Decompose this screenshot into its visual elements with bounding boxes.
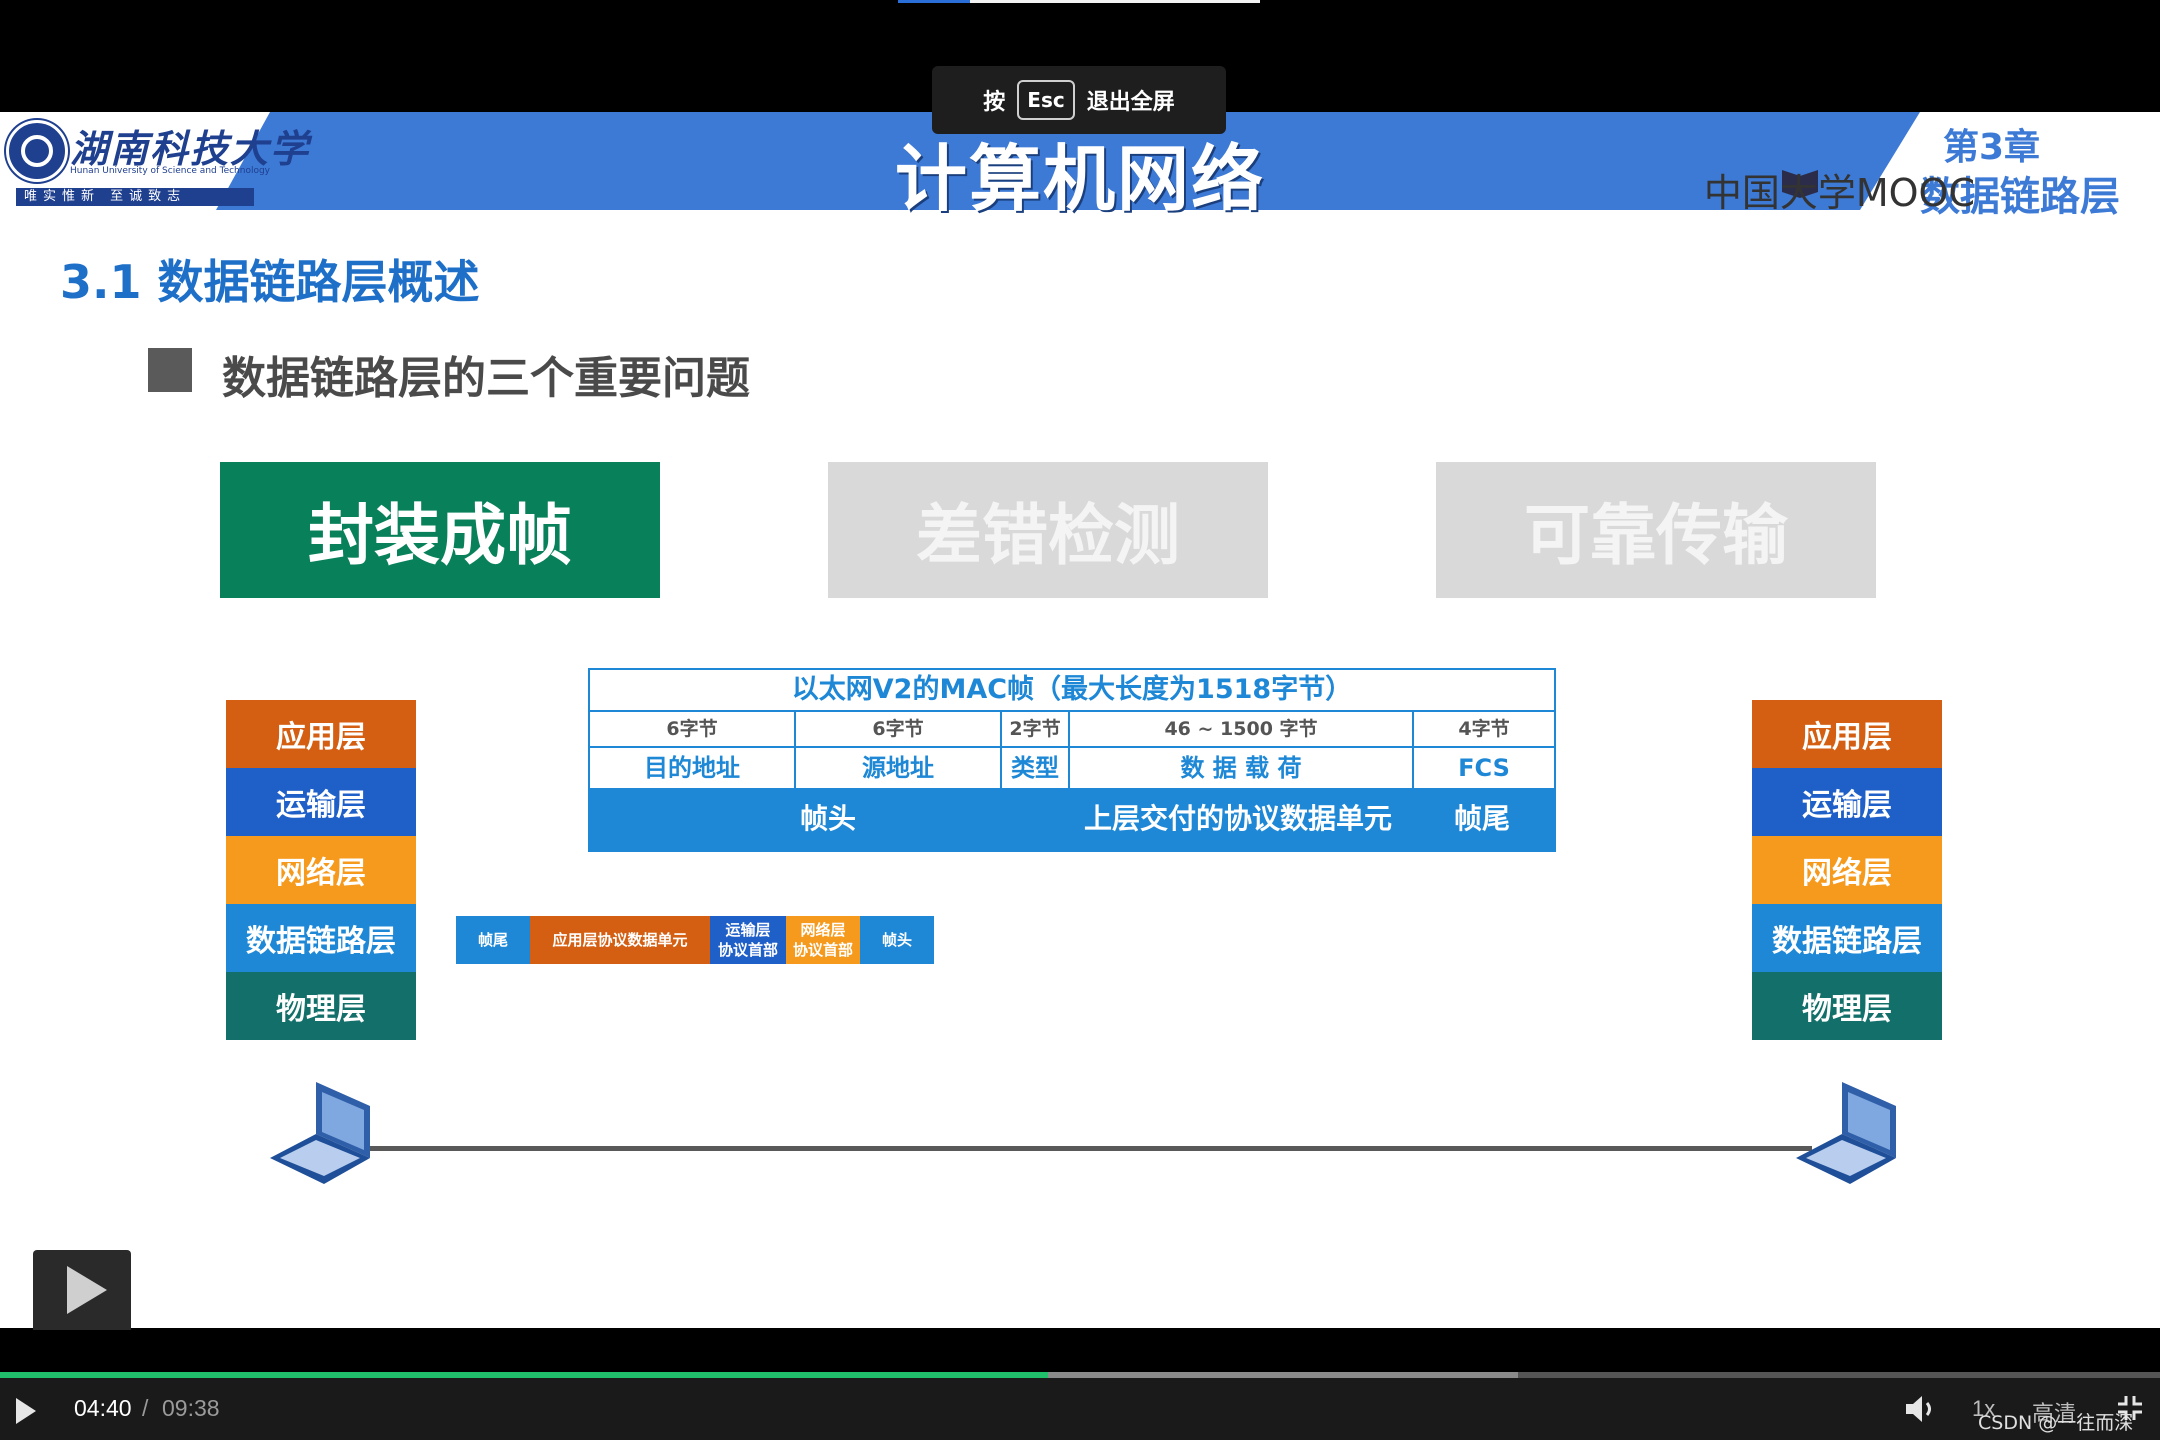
size-dest: 6字节 [590, 710, 796, 748]
hint-prefix: 按 [983, 90, 1006, 115]
protocol-stack-right: 应用层 运输层 网络层 数据链路层 物理层 [1752, 700, 1942, 1040]
layer-data-link: 数据链路层 [226, 904, 416, 972]
top-indicator-track [970, 0, 1260, 3]
protocol-stack-left: 应用层 运输层 网络层 数据链路层 物理层 [226, 700, 416, 1040]
topic-framing: 封装成帧 [220, 462, 660, 598]
volume-icon[interactable] [1904, 1394, 1938, 1424]
field-type: 类型 [1002, 748, 1070, 788]
strip-transport-header: 运输层 协议首部 [710, 916, 786, 964]
network-link [362, 1146, 1812, 1151]
time-current: 04:40 [74, 1395, 132, 1421]
layer-transport: 运输层 [226, 768, 416, 836]
exit-fullscreen-hint: 按 Esc 退出全屏 [932, 66, 1226, 134]
strip-app-pdu: 应用层协议数据单元 [530, 916, 710, 964]
time-separator: / [142, 1395, 149, 1421]
time-total: 09:38 [162, 1395, 220, 1421]
strip-header: 帧头 [860, 916, 934, 964]
player-controls [0, 1378, 2160, 1440]
field-dest-address: 目的地址 [590, 748, 796, 788]
play-icon[interactable] [16, 1398, 36, 1424]
layer-application: 应用层 [226, 700, 416, 768]
field-payload: 数 据 载 荷 [1070, 748, 1414, 788]
section-title: 3.1 数据链路层概述 [60, 255, 480, 309]
laptop-icon [1796, 1082, 1896, 1184]
size-fcs: 4字节 [1414, 710, 1554, 748]
csdn-watermark: CSDN @一往而深 [1978, 1412, 2134, 1434]
band-payload: 上层交付的协议数据单元 [1084, 802, 1393, 835]
layer-network: 网络层 [226, 836, 416, 904]
strip-trailer: 帧尾 [456, 916, 530, 964]
field-src-address: 源地址 [796, 748, 1002, 788]
size-type: 2字节 [1002, 710, 1070, 748]
layer-network: 网络层 [1752, 836, 1942, 904]
topic-error-detection: 差错检测 [828, 462, 1268, 598]
encapsulated-frame-strip: 帧尾 应用层协议数据单元 运输层 协议首部 网络层 协议首部 帧头 [456, 916, 934, 964]
band-header: 帧头 [800, 802, 857, 835]
slide: 湖南科技大学 Hunan University of Science and T… [0, 112, 2160, 1328]
layer-physical: 物理层 [226, 972, 416, 1040]
frame-structure-band: 帧头 上层交付的协议数据单元 帧尾 [590, 788, 1554, 850]
mac-frame-title: 以太网V2的MAC帧（最大长度为1518字节） [590, 670, 1554, 712]
laptop-icon [270, 1082, 370, 1184]
topic-reliable-transfer: 可靠传输 [1436, 462, 1876, 598]
size-payload: 46 ~ 1500 字节 [1070, 710, 1414, 748]
big-play-button[interactable] [33, 1250, 131, 1330]
bullet-square-icon [148, 348, 192, 392]
field-fcs: FCS [1458, 754, 1510, 782]
size-src: 6字节 [796, 710, 1002, 748]
layer-transport: 运输层 [1752, 768, 1942, 836]
band-trailer: 帧尾 [1454, 802, 1511, 835]
mooc-watermark: 中国大学MOOC [1703, 171, 1975, 215]
layer-application: 应用层 [1752, 700, 1942, 768]
layer-data-link: 数据链路层 [1752, 904, 1942, 972]
bullet-heading: 数据链路层的三个重要问题 [222, 353, 750, 404]
mac-frame-table: 以太网V2的MAC帧（最大长度为1518字节） 6字节 6字节 2字节 46 ~… [588, 668, 1556, 852]
hint-suffix: 退出全屏 [1086, 90, 1175, 115]
layer-physical: 物理层 [1752, 972, 1942, 1040]
esc-key: Esc [1017, 80, 1075, 120]
strip-network-header: 网络层 协议首部 [786, 916, 860, 964]
top-indicator [898, 0, 970, 3]
